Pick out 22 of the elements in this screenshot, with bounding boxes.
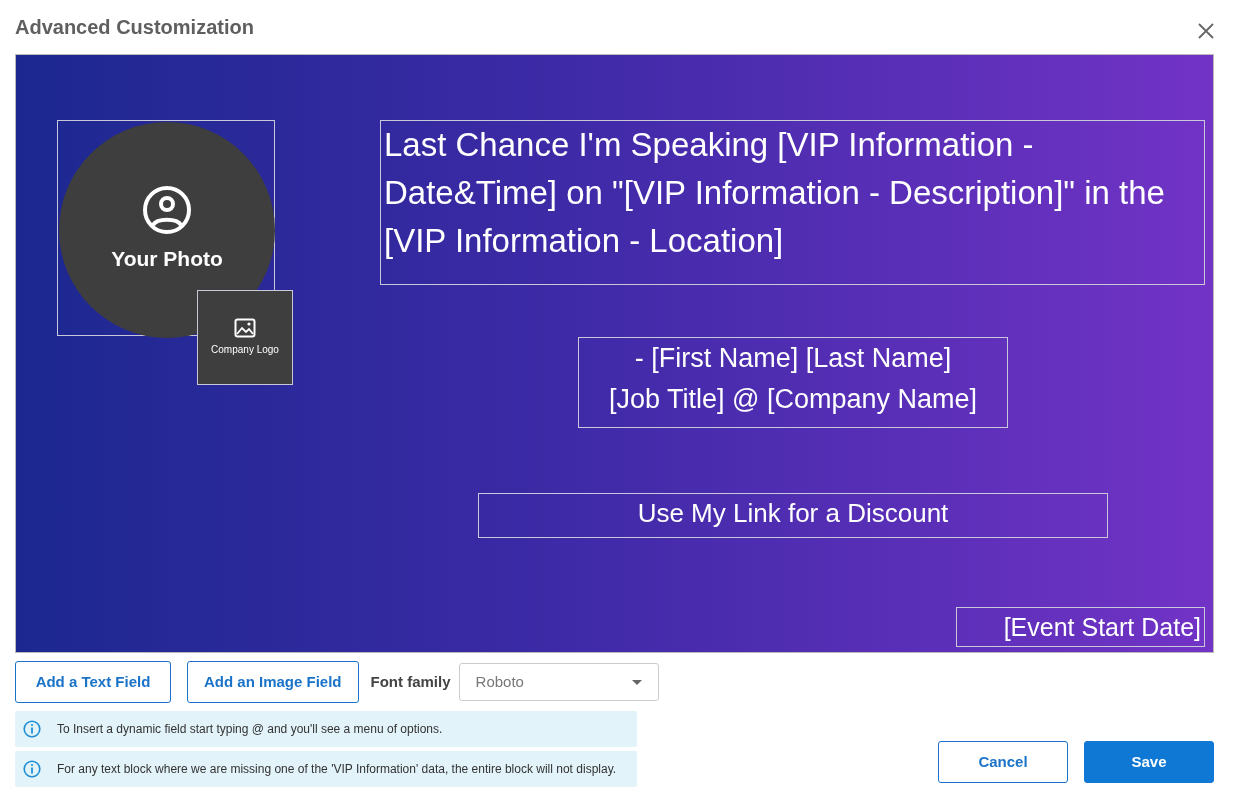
image-icon <box>234 318 256 338</box>
notice-text: To Insert a dynamic field start typing @ and you'll see a menu of options. <box>57 721 443 738</box>
text-field[interactable]: [Event Start Date] <box>956 607 1205 647</box>
logo-placeholder[interactable]: Company Logo <box>197 290 293 385</box>
dialog-title: Advanced Customization <box>15 15 254 40</box>
action-button[interactable]: Cancel <box>938 741 1068 783</box>
info-icon <box>23 760 41 778</box>
text-field[interactable]: Last Chance I'm Speaking [VIP Information - Date&Time] on "[VIP Information - Description]" in the [VIP Information - Location] <box>380 120 1205 285</box>
caret-icon <box>631 679 642 685</box>
logo-label: Company Logo <box>211 343 279 357</box>
font-family-dropdown[interactable]: Roboto <box>458 663 659 701</box>
photo-frame[interactable]: Your Photo <box>57 120 275 336</box>
font-family-label: Font family <box>370 671 451 692</box>
notice-text: For any text block where we are missing one of the 'VIP Information' data, the entire block will not display. <box>57 761 617 778</box>
text-field[interactable]: Use My Link for a Discount <box>478 493 1108 538</box>
photo-label: Your Photo <box>111 246 223 273</box>
add-field-button[interactable]: Add an Image Field <box>187 661 359 703</box>
user-icon <box>142 185 192 236</box>
action-button[interactable]: Save <box>1084 741 1214 783</box>
add-field-button[interactable]: Add a Text Field <box>15 661 171 703</box>
text-field[interactable]: - [First Name] [Last Name] [Job Title] @ [Company Name] <box>578 337 1008 428</box>
info-icon <box>23 720 41 738</box>
